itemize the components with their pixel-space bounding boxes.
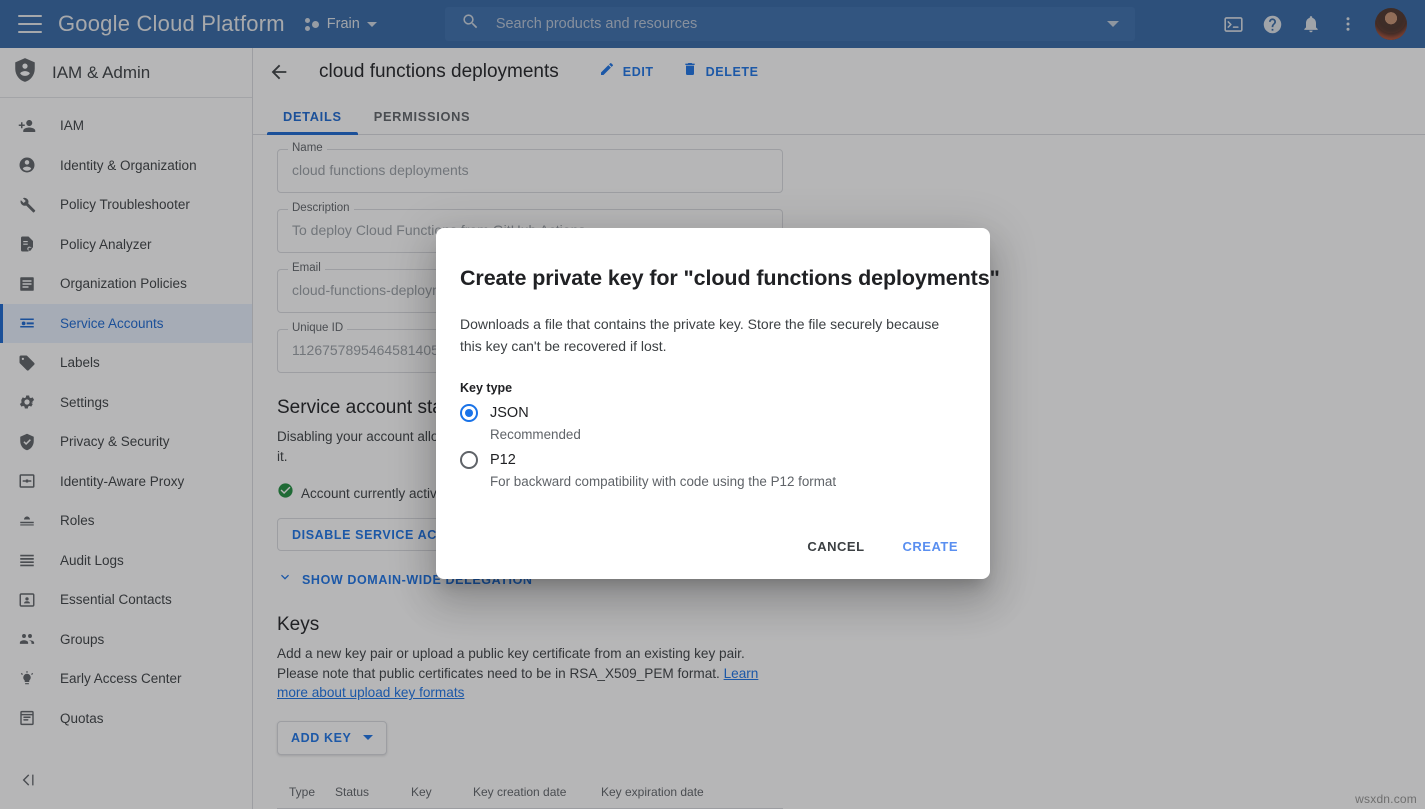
key-type-label: Key type [460,381,966,395]
radio-option-p12[interactable]: P12 [460,451,966,469]
cancel-button[interactable]: CANCEL [795,530,876,563]
create-button[interactable]: CREATE [891,530,970,563]
watermark: wsxdn.com [1355,792,1417,806]
radio-json-label: JSON [490,405,529,421]
dialog-body-text: Downloads a file that contains the priva… [460,313,952,357]
radio-p12-label: P12 [490,452,516,468]
app-root: Google Cloud Platform Frain Search produ… [0,0,1425,809]
dialog-actions: CANCEL CREATE [795,530,970,563]
radio-json-sublabel: Recommended [490,427,966,442]
radio-option-json[interactable]: JSON [460,404,966,422]
create-private-key-dialog: Create private key for "cloud functions … [436,228,990,579]
dialog-title: Create private key for "cloud functions … [460,266,966,291]
radio-p12-sublabel: For backward compatibility with code usi… [490,474,966,489]
radio-json-icon[interactable] [460,404,478,422]
radio-p12-icon[interactable] [460,451,478,469]
